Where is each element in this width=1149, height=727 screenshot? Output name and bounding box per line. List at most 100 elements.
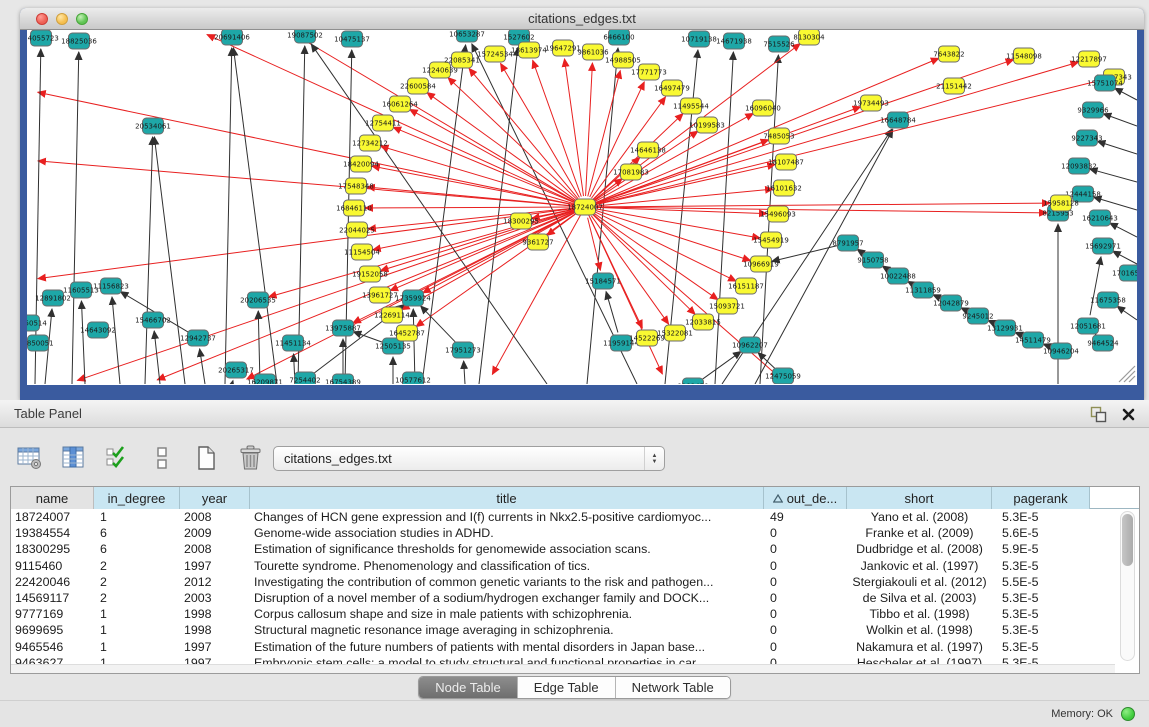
table-cell[interactable]: 5.3E-5	[992, 509, 1090, 525]
table-cell[interactable]: 18300295	[11, 541, 94, 557]
table-cell[interactable]: Estimation of the future numbers of pati…	[250, 639, 764, 655]
graph-node[interactable]: 12033815	[685, 314, 721, 330]
graph-node[interactable]: 15466702	[135, 312, 171, 328]
table-cell[interactable]: 9115460	[11, 558, 94, 574]
table-cell[interactable]: 49	[764, 509, 847, 525]
graph-node[interactable]: 20691406	[214, 30, 250, 45]
table-row[interactable]: 911546021997Tourette syndrome. Phenomeno…	[11, 558, 1139, 574]
scrollbar-thumb[interactable]	[1122, 514, 1133, 566]
graph-node[interactable]: 10199583	[689, 117, 725, 133]
table-cell[interactable]: Estimation of significance thresholds fo…	[250, 541, 764, 557]
table-cell[interactable]: 2	[94, 558, 180, 574]
memory-status-icon[interactable]	[1121, 707, 1135, 721]
table-cell[interactable]: Disruption of a novel member of a sodium…	[250, 590, 764, 606]
graph-node[interactable]: 13975887	[325, 320, 361, 336]
graph-edge[interactable]	[1103, 114, 1137, 126]
graph-node[interactable]: 7515526	[763, 36, 795, 52]
graph-node[interactable]: 14671938	[716, 33, 752, 49]
graph-node[interactable]: 12217897	[1071, 51, 1107, 67]
graph-node[interactable]: 11548098	[1006, 48, 1042, 64]
table-cell[interactable]: 0	[764, 606, 847, 622]
graph-edge[interactable]	[1097, 141, 1137, 154]
table-cell[interactable]: Wolkin et al. (1998)	[847, 622, 992, 638]
tab-node-table[interactable]: Node Table	[419, 677, 518, 698]
table-cell[interactable]: 2009	[180, 525, 250, 541]
graph-node[interactable]: 10946204	[1043, 343, 1079, 359]
table-cell[interactable]: Corpus callosum shape and size in male p…	[250, 606, 764, 622]
graph-edge[interactable]	[353, 212, 575, 323]
table-cell[interactable]: de Silva et al. (2003)	[847, 590, 992, 606]
table-cell[interactable]: 2	[94, 574, 180, 590]
graph-edge[interactable]	[702, 351, 741, 379]
graph-node[interactable]: 20534061	[135, 118, 171, 134]
graph-node[interactable]: 18420094	[343, 156, 379, 172]
graph-edge[interactable]	[225, 48, 232, 384]
graph-node[interactable]: 15184571	[585, 273, 621, 289]
table-cell[interactable]: 0	[764, 541, 847, 557]
table-row[interactable]: 1830029562008Estimation of significance …	[11, 541, 1139, 557]
graph-node[interactable]: 6466100	[603, 30, 634, 45]
graph-node[interactable]: 16846110	[336, 200, 372, 216]
graph-edge[interactable]	[596, 203, 1050, 207]
table-column-icon[interactable]	[58, 442, 90, 474]
table-cell[interactable]: 1	[94, 606, 180, 622]
table-cell[interactable]: 1997	[180, 639, 250, 655]
graph-edge[interactable]	[298, 46, 305, 384]
table-settings-icon[interactable]	[14, 442, 46, 474]
table-cell[interactable]: 5.6E-5	[992, 525, 1090, 541]
graph-node[interactable]: 10966919	[743, 256, 779, 272]
table-cell[interactable]: 1	[94, 622, 180, 638]
graph-edge[interactable]	[390, 211, 575, 290]
graph-node[interactable]: 17951273	[445, 342, 481, 358]
table-cell[interactable]: 0	[764, 574, 847, 590]
graph-edge[interactable]	[38, 161, 585, 207]
graph-node[interactable]: 9227343	[1071, 130, 1102, 146]
tab-network-table[interactable]: Network Table	[616, 677, 730, 698]
table-row[interactable]: 977716911998Corpus callosum shape and si…	[11, 606, 1139, 622]
graph-edge[interactable]	[595, 107, 860, 203]
table-cell[interactable]: 22420046	[11, 574, 94, 590]
graph-edge[interactable]	[1015, 332, 1023, 335]
graph-node[interactable]: 9150758	[857, 252, 888, 268]
graph-node[interactable]: 18300295	[503, 213, 539, 229]
graph-edge[interactable]	[365, 207, 574, 208]
graph-edge[interactable]	[112, 297, 120, 384]
graph-node[interactable]: 18825036	[61, 33, 97, 49]
graph-edge[interactable]	[464, 361, 465, 384]
graph-edge[interactable]	[595, 212, 736, 281]
graph-node[interactable]: 14055723	[27, 30, 59, 46]
table-cell[interactable]: 0	[764, 525, 847, 541]
graph-node[interactable]: 16754389	[325, 374, 361, 384]
graph-node[interactable]: 14643092	[80, 322, 116, 338]
graph-edge[interactable]	[77, 207, 585, 380]
graph-node[interactable]: 12093832	[1061, 158, 1097, 174]
table-cell[interactable]: 5.5E-5	[992, 574, 1090, 590]
graph-edge[interactable]	[1090, 169, 1137, 182]
graph-node[interactable]: 12734212	[352, 135, 388, 151]
table-cell[interactable]: 1	[94, 509, 180, 525]
column-header-title[interactable]: title	[250, 487, 764, 509]
graph-node[interactable]: 19152058	[352, 266, 388, 282]
table-cell[interactable]: 0	[764, 590, 847, 606]
table-cell[interactable]: 18724007	[11, 509, 94, 525]
graph-node[interactable]: 10475137	[334, 31, 370, 47]
table-cell[interactable]: Structural magnetic resonance image aver…	[250, 622, 764, 638]
table-cell[interactable]: Franke et al. (2009)	[847, 525, 992, 541]
table-cell[interactable]: 5.3E-5	[992, 622, 1090, 638]
table-cell[interactable]: Genome-wide association studies in ADHD.	[250, 525, 764, 541]
new-table-icon[interactable]	[190, 442, 222, 474]
graph-edge[interactable]	[1115, 88, 1137, 100]
graph-node[interactable]: 19647291	[545, 40, 581, 56]
table-cell[interactable]: 5.3E-5	[992, 606, 1090, 622]
graph-edge[interactable]	[422, 45, 466, 384]
select-all-icon[interactable]	[102, 442, 134, 474]
table-row[interactable]: 969969511998Structural magnetic resonanc…	[11, 622, 1139, 638]
table-row[interactable]: 946554611997Estimation of the future num…	[11, 639, 1139, 655]
graph-node[interactable]: 20206535	[240, 292, 276, 308]
graph-edge[interactable]	[72, 52, 79, 384]
graph-edge[interactable]	[1117, 306, 1137, 320]
column-header-out-de-[interactable]: out_de...	[764, 487, 847, 509]
table-cell[interactable]: Investigating the contribution of common…	[250, 574, 764, 590]
graph-edge[interactable]	[381, 146, 575, 204]
unselect-icon[interactable]	[146, 442, 178, 474]
